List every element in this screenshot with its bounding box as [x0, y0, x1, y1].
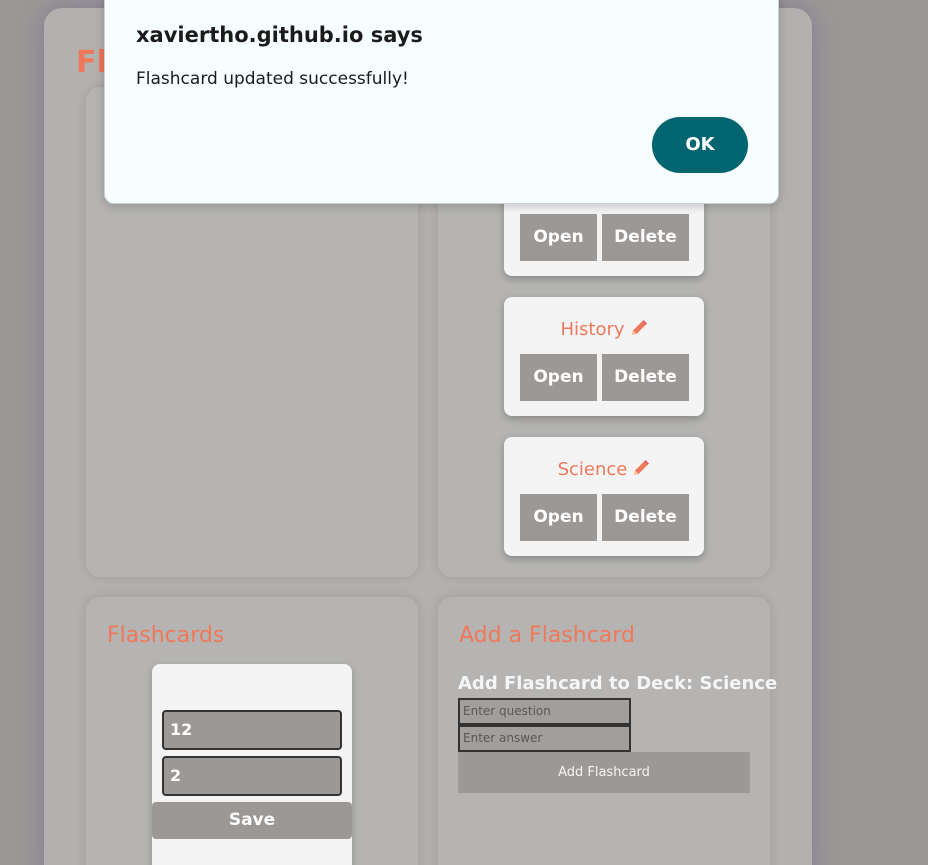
question-input[interactable] [458, 698, 631, 725]
delete-deck-button[interactable]: Delete [602, 354, 689, 401]
answer-input[interactable] [458, 725, 631, 752]
add-flashcard-subheading: Add Flashcard to Deck: Science [458, 673, 778, 694]
pencil-icon[interactable] [632, 459, 650, 477]
flashcard-question-field[interactable] [162, 710, 342, 750]
deck-title-row: Science [504, 457, 704, 483]
flashcards-heading: Flashcards [107, 623, 225, 648]
ok-button[interactable]: OK [652, 117, 748, 173]
alert-message: Flashcard updated successfully! [136, 69, 409, 89]
delete-deck-button[interactable]: Delete [602, 494, 689, 541]
open-deck-button[interactable]: Open [520, 494, 597, 541]
flashcard-answer-field[interactable] [162, 756, 342, 796]
deck-card-history: History Open Delete [504, 297, 704, 416]
deck-name: History [560, 319, 625, 340]
delete-deck-button[interactable]: Delete [602, 214, 689, 261]
alert-dialog: xaviertho.github.io says Flashcard updat… [104, 0, 779, 204]
deck-title-row: History [504, 317, 704, 343]
save-button[interactable]: Save [152, 802, 352, 839]
add-flashcard-button[interactable]: Add Flashcard [458, 752, 750, 793]
pencil-icon[interactable] [630, 319, 648, 337]
deck-card-science: Science Open Delete [504, 437, 704, 556]
open-deck-button[interactable]: Open [520, 214, 597, 261]
deck-name: Science [557, 459, 628, 480]
flashcard-editor: Save [152, 664, 352, 865]
add-flashcard-heading: Add a Flashcard [459, 623, 635, 648]
alert-title: xaviertho.github.io says [136, 23, 423, 47]
open-deck-button[interactable]: Open [520, 354, 597, 401]
